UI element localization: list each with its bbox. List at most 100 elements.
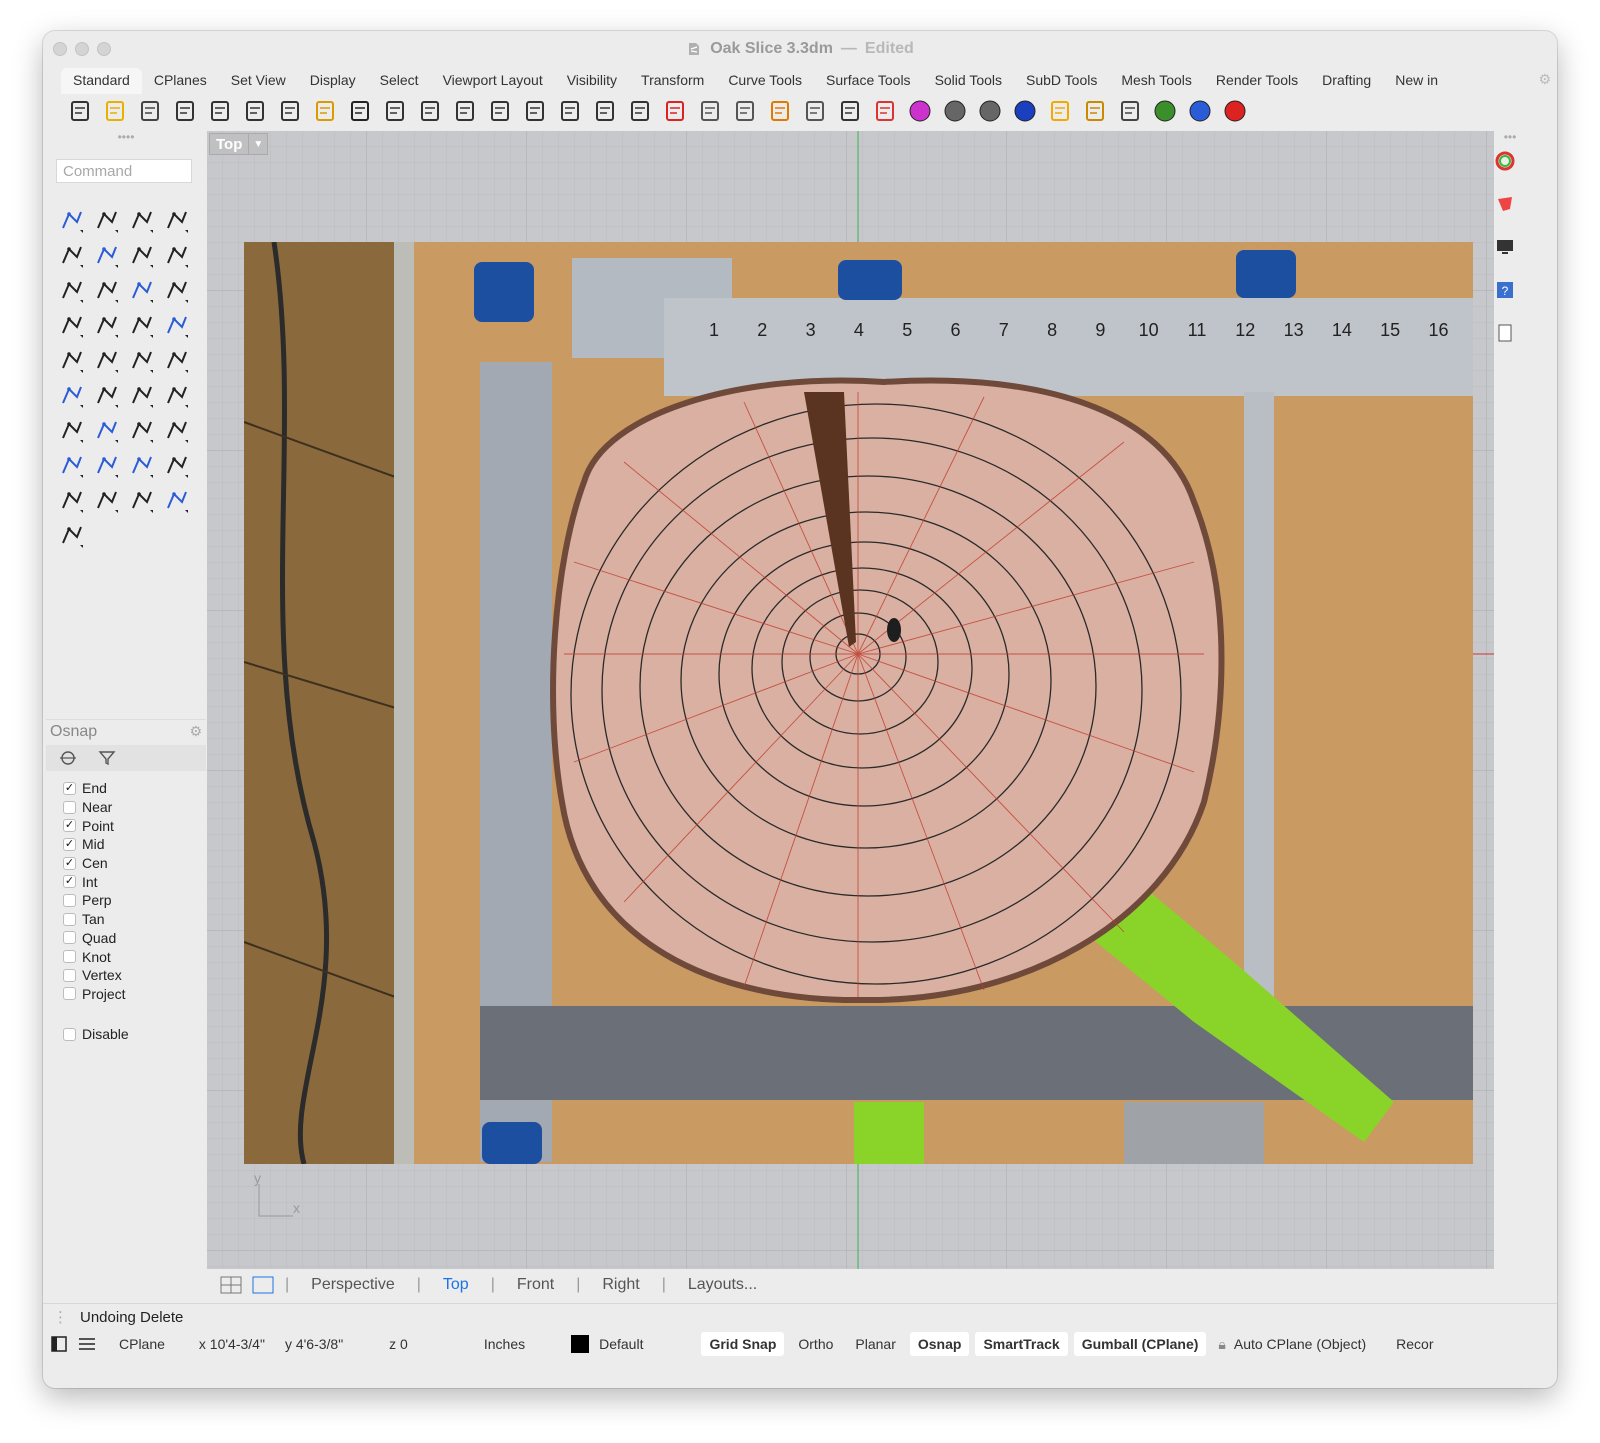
osnap-near-checkbox[interactable] <box>63 800 76 814</box>
arc-icon[interactable] <box>124 238 159 273</box>
project-icon[interactable] <box>159 343 194 378</box>
gumball-icon[interactable] <box>89 483 124 518</box>
lock-icon[interactable] <box>835 96 865 126</box>
new-file-icon[interactable] <box>65 96 95 126</box>
view-tab-top[interactable]: Top <box>431 1276 481 1294</box>
zoom-icon[interactable] <box>450 96 480 126</box>
osnap-end-checkbox[interactable]: ✓ <box>63 781 76 795</box>
osnap-tan-row[interactable]: Tan <box>63 910 126 929</box>
rectangle-icon[interactable] <box>159 238 194 273</box>
grid-plane-icon[interactable] <box>695 96 725 126</box>
chat-icon[interactable] <box>1220 96 1250 126</box>
osnap-vertex-row[interactable]: Vertex <box>63 966 126 985</box>
import-icon[interactable] <box>205 96 235 126</box>
toggle-ortho[interactable]: Ortho <box>790 1332 841 1356</box>
four-view-layout-icon[interactable] <box>219 1276 243 1294</box>
osnap-point-checkbox[interactable]: ✓ <box>63 819 76 833</box>
tab-subd-tools[interactable]: SubD Tools <box>1014 68 1109 94</box>
fillet-curve-icon[interactable] <box>89 273 124 308</box>
edit-icon[interactable] <box>159 413 194 448</box>
lock-icon-status[interactable]: 🔒︎ <box>1218 1336 1225 1353</box>
array-icon[interactable] <box>124 413 159 448</box>
points-icon[interactable] <box>89 378 124 413</box>
text-icon[interactable] <box>54 413 89 448</box>
scale-icon[interactable] <box>89 413 124 448</box>
tab-new-in[interactable]: New in <box>1383 68 1450 94</box>
tab-select[interactable]: Select <box>368 68 431 94</box>
polyline-icon[interactable] <box>124 203 159 238</box>
toggle-grid-snap[interactable]: Grid Snap <box>701 1332 785 1356</box>
display-panel-icon[interactable] <box>1495 237 1515 257</box>
layer-color-swatch[interactable] <box>571 1335 590 1353</box>
tab-render-tools[interactable]: Render Tools <box>1204 68 1310 94</box>
osnap-target-icon[interactable] <box>58 750 78 766</box>
tab-viewport-layout[interactable]: Viewport Layout <box>431 68 555 94</box>
rotate-camera-icon[interactable] <box>590 96 620 126</box>
status-cplane[interactable]: CPlane <box>119 1336 165 1352</box>
osnap-perp-checkbox[interactable] <box>63 893 76 907</box>
group-icon[interactable] <box>54 378 89 413</box>
command-input[interactable]: Command <box>56 159 192 183</box>
tab-set-view[interactable]: Set View <box>219 68 298 94</box>
circle-icon[interactable] <box>54 238 89 273</box>
explode-icon[interactable] <box>54 343 89 378</box>
tab-display[interactable]: Display <box>298 68 368 94</box>
boolean-icon[interactable] <box>89 308 124 343</box>
sphere-shaded-icon[interactable] <box>940 96 970 126</box>
sidebar-grip[interactable]: •••• <box>46 131 206 143</box>
cut-icon[interactable] <box>240 96 270 126</box>
pan-hand-icon[interactable] <box>380 96 410 126</box>
lightbulb-icon[interactable] <box>800 96 830 126</box>
check-icon[interactable] <box>124 483 159 518</box>
zoom-selected-icon[interactable] <box>555 96 585 126</box>
polygon-icon[interactable] <box>54 273 89 308</box>
zoom-window-icon[interactable] <box>485 96 515 126</box>
copy-icon[interactable] <box>275 96 305 126</box>
material-panel-icon[interactable] <box>1495 194 1515 214</box>
osnap-cen-checkbox[interactable]: ✓ <box>63 856 76 870</box>
layout-panel-icon[interactable] <box>1495 323 1515 343</box>
status-layer[interactable]: Default <box>599 1336 643 1352</box>
split-icon[interactable] <box>89 343 124 378</box>
tab-drafting[interactable]: Drafting <box>1310 68 1383 94</box>
save-icon[interactable] <box>135 96 165 126</box>
osnap-knot-checkbox[interactable] <box>63 950 76 964</box>
gear-settings-icon[interactable] <box>1080 96 1110 126</box>
minimize-window-button[interactable] <box>75 42 89 56</box>
solid-box-icon[interactable] <box>54 448 89 483</box>
move-icon[interactable] <box>124 343 159 378</box>
osnap-vertex-checkbox[interactable] <box>63 968 76 982</box>
osnap-quad-checkbox[interactable] <box>63 931 76 945</box>
tab-standard[interactable]: Standard <box>61 68 142 94</box>
surface-icon[interactable] <box>124 273 159 308</box>
curve-icon[interactable] <box>159 203 194 238</box>
osnap-int-row[interactable]: ✓ Int <box>63 872 126 891</box>
plane-surface-icon[interactable] <box>159 308 194 343</box>
status-auto-cplane[interactable]: Auto CPlane (Object) <box>1234 1336 1366 1352</box>
viewport-title-tab[interactable]: Top ▼ <box>209 133 269 155</box>
box-icon[interactable] <box>54 308 89 343</box>
color-wheel-panel-icon[interactable] <box>1495 151 1515 171</box>
osnap-point-row[interactable]: ✓ Point <box>63 816 126 835</box>
print-icon[interactable] <box>170 96 200 126</box>
undo-icon[interactable] <box>345 96 375 126</box>
osnap-perp-row[interactable]: Perp <box>63 891 126 910</box>
four-viewports-icon[interactable] <box>625 96 655 126</box>
shield-icon[interactable] <box>870 96 900 126</box>
cylinder-icon[interactable] <box>124 308 159 343</box>
single-view-layout-icon[interactable] <box>251 1276 275 1294</box>
view-tab-perspective[interactable]: Perspective <box>299 1276 407 1294</box>
tabs-gear-icon[interactable]: ⚙ <box>1538 71 1551 88</box>
globe-icon[interactable] <box>1150 96 1180 126</box>
dimension-tool-icon[interactable] <box>159 448 194 483</box>
osnap-gear-icon[interactable]: ⚙ <box>189 723 202 740</box>
tab-curve-tools[interactable]: Curve Tools <box>716 68 814 94</box>
ellipse-icon[interactable] <box>89 238 124 273</box>
dimension-icon[interactable] <box>1115 96 1145 126</box>
car-icon[interactable] <box>660 96 690 126</box>
rotate-view-icon[interactable] <box>415 96 445 126</box>
open-folder-icon[interactable] <box>100 96 130 126</box>
osnap-project-checkbox[interactable] <box>63 987 76 1001</box>
zoom-window-button[interactable] <box>97 42 111 56</box>
viewport-label[interactable]: Top <box>209 133 250 155</box>
